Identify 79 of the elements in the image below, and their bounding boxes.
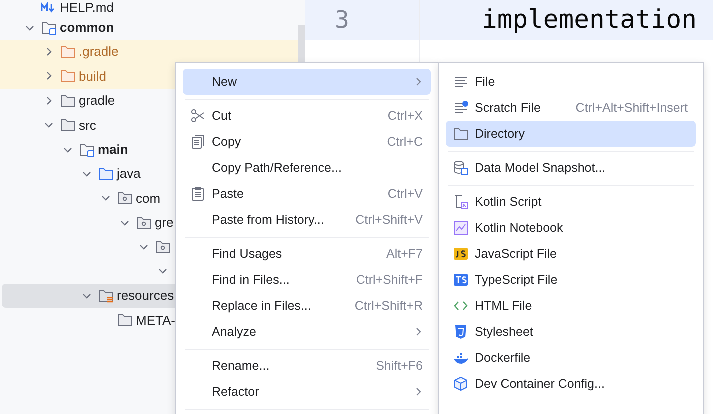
shortcut-label: Ctrl+Alt+Shift+Insert [576, 101, 688, 115]
menu-item[interactable]: HTML File [446, 293, 696, 319]
menu-item[interactable]: Paste from History... Ctrl+Shift+V [183, 207, 431, 233]
folder-icon [117, 312, 133, 328]
menu-item[interactable]: Cut Ctrl+X [183, 103, 431, 129]
shortcut-label: Ctrl+X [388, 109, 423, 123]
tree-item-label[interactable]: java [117, 166, 141, 182]
shortcut-label: Ctrl+Shift+R [354, 299, 423, 313]
line-number: 3 [335, 6, 350, 34]
menu-item[interactable]: Data Model Snapshot... [446, 155, 696, 181]
stylesheet-icon [453, 324, 469, 340]
tree-item-label[interactable]: main [98, 142, 128, 158]
tree-item-label[interactable]: gradle [79, 93, 116, 108]
menu-item[interactable]: Dev Container Config... [446, 371, 696, 397]
package-icon [117, 190, 133, 206]
folder-icon [60, 44, 76, 60]
menu-item[interactable]: File [446, 69, 696, 95]
shortcut-label: Ctrl+Shift+V [356, 213, 423, 227]
chevron-down-icon[interactable] [139, 242, 149, 252]
tree-item-label[interactable]: META- [136, 312, 176, 328]
shortcut-label: Ctrl+V [388, 187, 423, 201]
tree-item-label[interactable]: src [79, 118, 96, 133]
tree-item-label[interactable]: HELP.md [60, 0, 114, 16]
menu-item[interactable]: Analyze [183, 319, 431, 345]
database-icon [453, 160, 469, 176]
scissors-icon [190, 108, 206, 124]
menu-item[interactable]: Copy Ctrl+C [183, 129, 431, 155]
menu-item[interactable]: Rename... Shift+F6 [183, 353, 431, 379]
tree-item-label[interactable]: resources [117, 288, 174, 304]
whale-icon [453, 350, 469, 366]
code-text: implementation [482, 5, 697, 35]
copy-icon [190, 134, 206, 150]
menu-item[interactable]: New [183, 69, 431, 95]
clipboard-icon [190, 186, 206, 202]
chevron-right-icon[interactable] [44, 46, 54, 57]
menu-item[interactable]: Copy Path/Reference... [183, 155, 431, 181]
package-icon [155, 239, 171, 256]
chevron-right-icon[interactable] [44, 71, 54, 82]
module-folder-icon [79, 142, 95, 158]
chevron-down-icon[interactable] [44, 120, 54, 130]
menu-item[interactable]: Dockerfile [446, 345, 696, 371]
menu-item[interactable]: Stylesheet [446, 319, 696, 345]
shortcut-label: Shift+F6 [376, 359, 423, 373]
resources-folder-icon [98, 288, 114, 304]
tree-item-label[interactable]: build [79, 68, 106, 84]
shortcut-label: Alt+F7 [386, 247, 423, 261]
typescript-icon [453, 272, 469, 288]
menu-item[interactable]: Kotlin Script [446, 189, 696, 215]
kotlin-script-icon [453, 194, 469, 210]
folder-icon [60, 117, 76, 134]
cube-icon [453, 376, 469, 392]
tree-item-label[interactable]: gre [155, 215, 174, 230]
menu-item[interactable]: Paste Ctrl+V [183, 181, 431, 207]
shortcut-label: Ctrl+C [387, 135, 423, 149]
folder-icon [60, 68, 76, 84]
tree-item-label[interactable]: com [136, 190, 161, 206]
folder-icon [453, 126, 469, 142]
chart-icon [453, 220, 469, 236]
menu-item[interactable]: Kotlin Notebook [446, 215, 696, 241]
module-folder-icon [41, 20, 57, 36]
scratch-file-icon [453, 100, 469, 116]
chevron-down-icon[interactable] [101, 193, 111, 204]
markdown-icon [41, 2, 57, 14]
tree-item-label[interactable]: .gradle [79, 44, 119, 60]
source-folder-icon [98, 166, 114, 182]
tree-item-label[interactable]: common [60, 20, 114, 36]
menu-item[interactable]: Refactor [183, 379, 431, 405]
folder-icon [60, 92, 76, 109]
package-icon [136, 214, 152, 231]
menu-item[interactable]: TypeScript File [446, 267, 696, 293]
menu-item[interactable]: Directory [446, 121, 696, 147]
menu-item[interactable]: Scratch File Ctrl+Alt+Shift+Insert [446, 95, 696, 121]
javascript-icon [453, 246, 469, 262]
menu-item[interactable]: Find Usages Alt+F7 [183, 241, 431, 267]
excluded-tree-row[interactable]: .gradle [0, 40, 298, 64]
shortcut-label: Ctrl+Shift+F [356, 273, 423, 287]
chevron-down-icon[interactable] [158, 266, 168, 276]
chevron-right-icon[interactable] [44, 96, 54, 106]
menu-item[interactable]: JavaScript File [446, 241, 696, 267]
